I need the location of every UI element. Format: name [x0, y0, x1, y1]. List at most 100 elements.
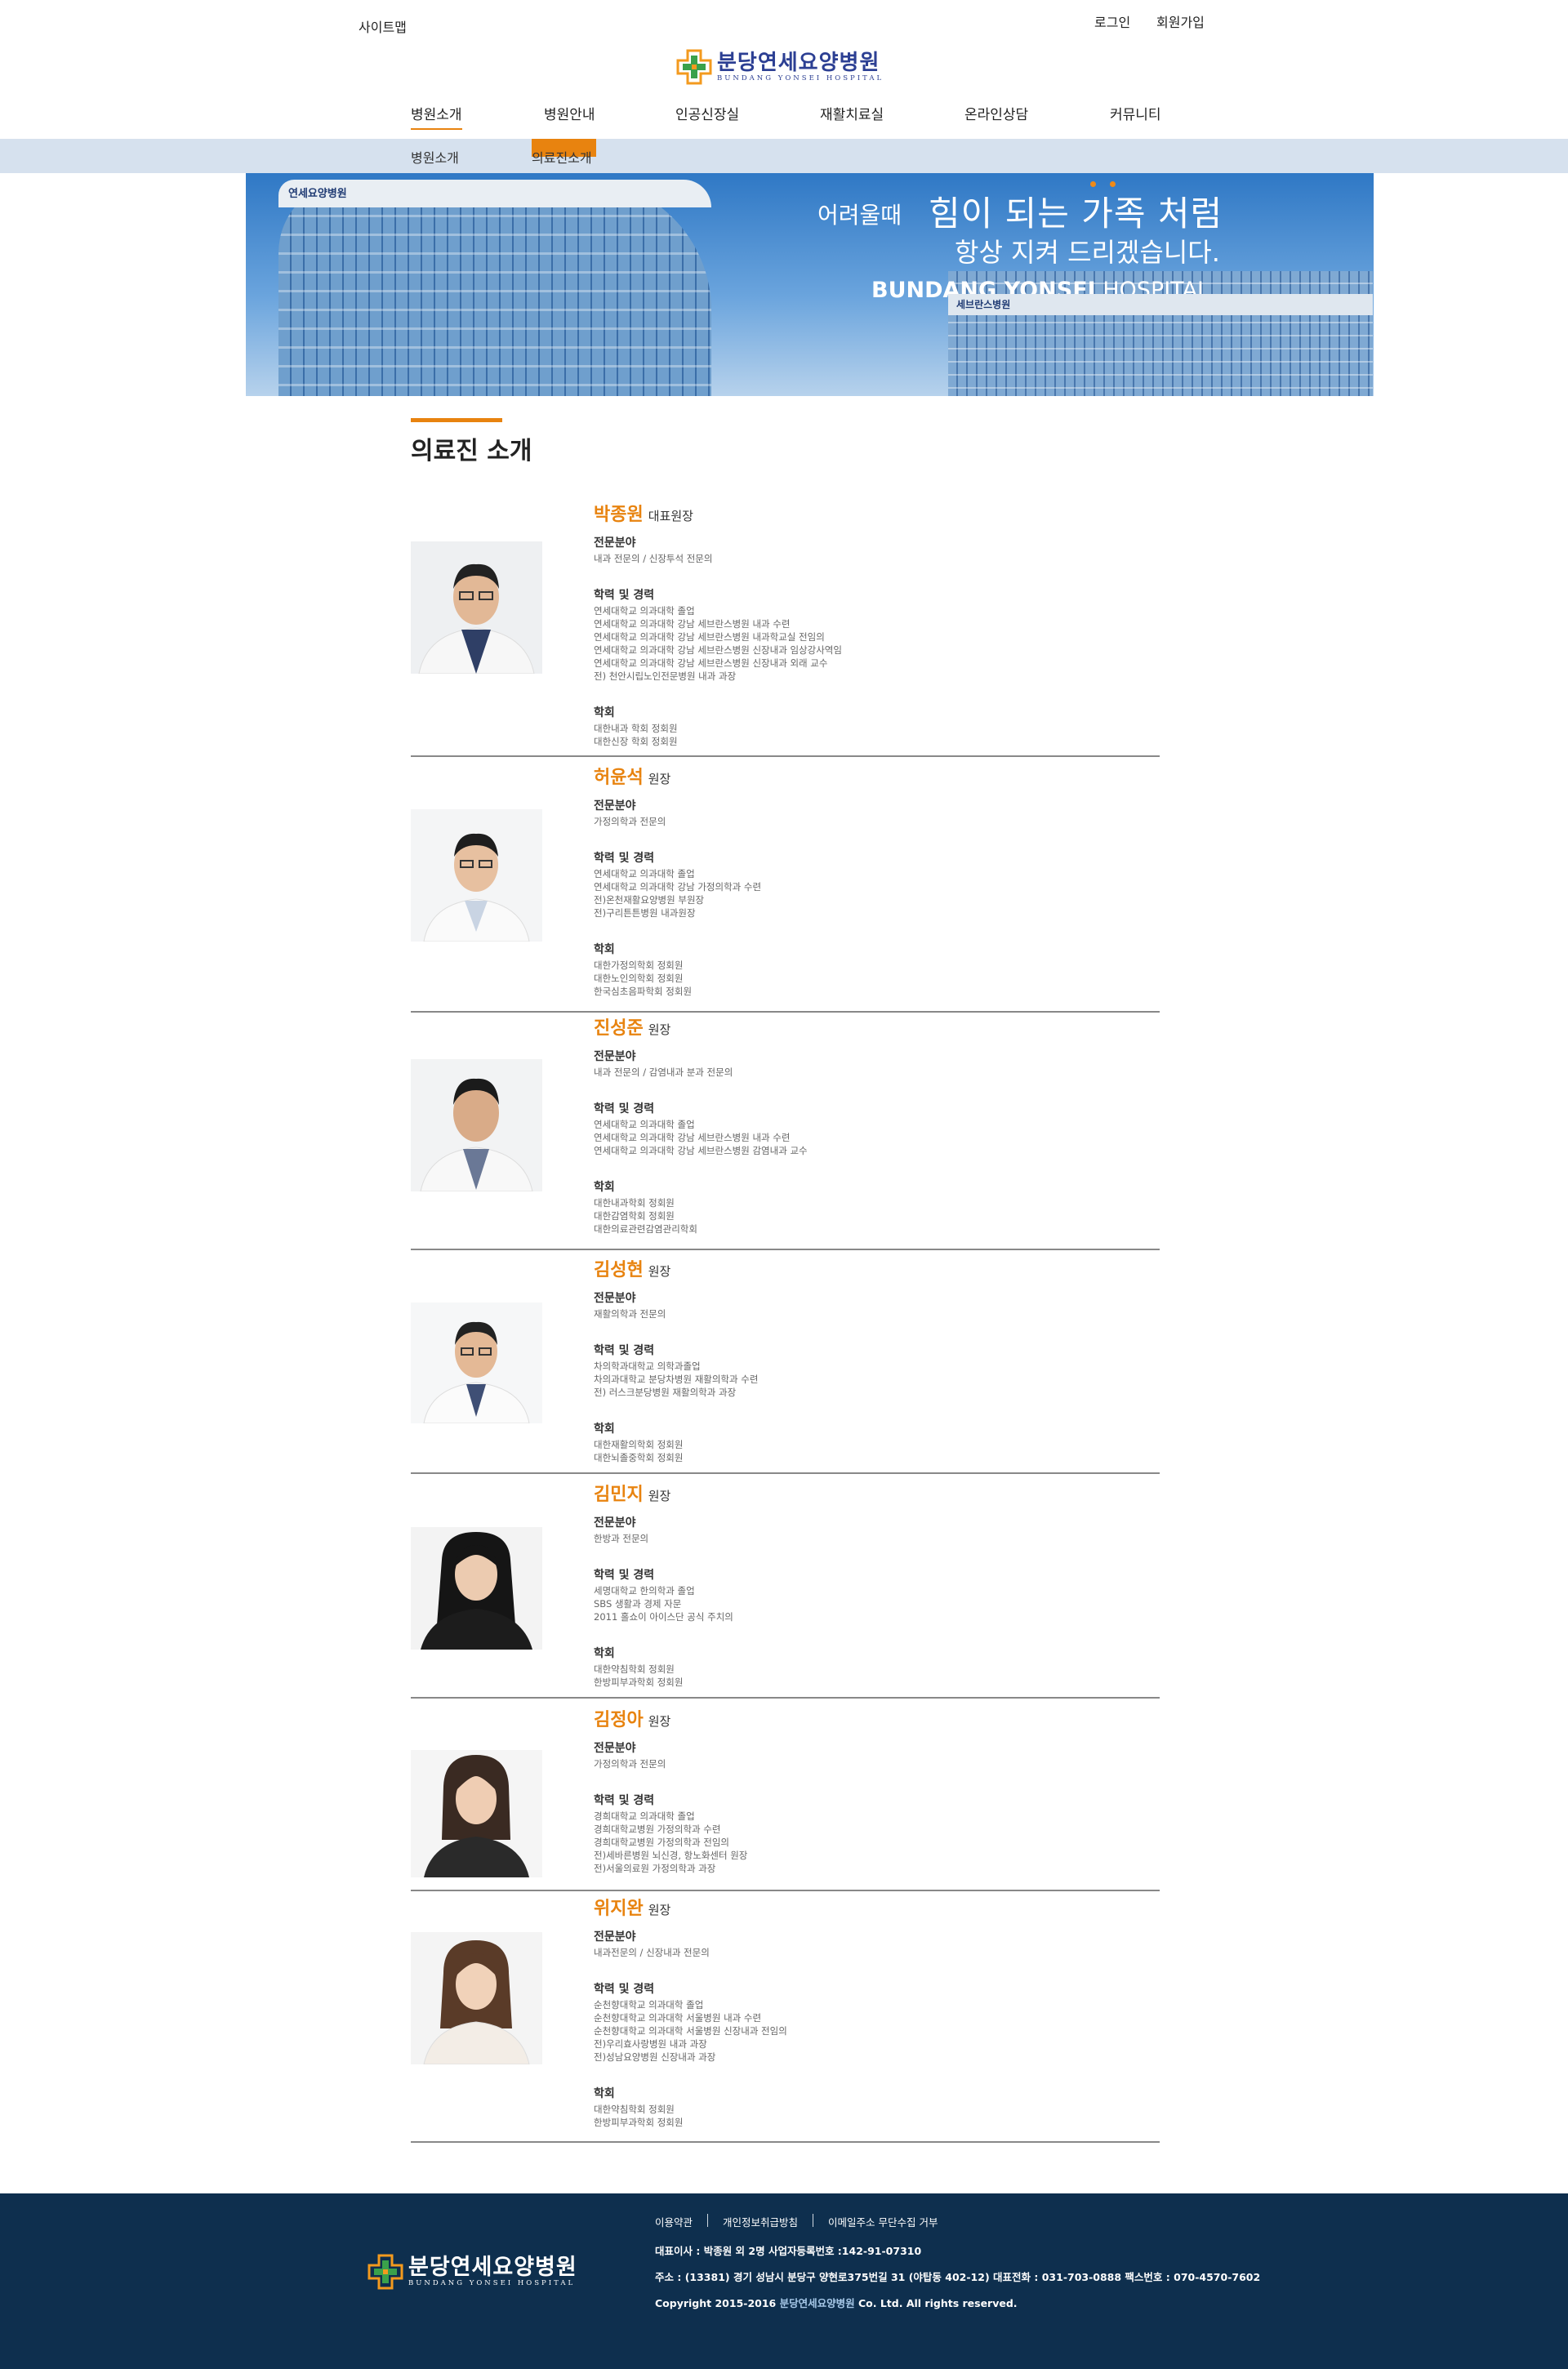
career-item: 연세대학교 의과대학 강남 세브란스병원 내과 수련 — [594, 618, 791, 630]
footer-logo-subtitle: BUNDANG YONSEI HOSPITAL — [408, 2278, 576, 2287]
field-value: 재활의학과 전문의 — [594, 1308, 666, 1320]
doctor-card: 김민지 원장 전문분야 한방과 전문의 학력 및 경력 세명대학교 한의학과 졸업… — [411, 1482, 1160, 1699]
career-label: 학력 및 경력 — [594, 589, 655, 602]
login-link[interactable]: 로그인 — [1094, 11, 1130, 31]
doctor-name: 진성준 — [594, 1018, 644, 1039]
signup-link[interactable]: 회원가입 — [1156, 11, 1205, 31]
society-item: 대한내과 학회 정회원 — [594, 723, 678, 734]
title-accent-bar — [411, 418, 502, 422]
cross-logo-icon — [676, 49, 712, 85]
career-item: 연세대학교 의과대학 강남 세브란스병원 신장내과 외래 교수 — [594, 657, 828, 669]
career-item: 세명대학교 한의학과 졸업 — [594, 1585, 695, 1596]
doctor-card: 박종원 대표원장 전문분야 내과 전문의 / 신장투석 전문의 학력 및 경력 연… — [411, 502, 1160, 757]
society-item: 대한의료관련감염관리학회 — [594, 1223, 697, 1235]
address-contact: 주소 : (13381) 경기 성남시 분당구 양현로375번길 31 (야탑동… — [655, 2271, 1261, 2283]
career-item: 전)우리효사랑병원 내과 과장 — [594, 2038, 707, 2050]
field-value: 내과 전문의 / 감염내과 분과 전문의 — [594, 1066, 733, 1078]
logo-subtitle: BUNDANG YONSEI HOSPITAL — [717, 73, 884, 82]
doctor-photo — [411, 1527, 542, 1650]
doctor-name: 김성현 — [594, 1260, 644, 1280]
society-label: 학회 — [594, 1181, 615, 1194]
accent-dot — [1090, 181, 1096, 187]
career-label: 학력 및 경력 — [594, 1569, 655, 1582]
logo-title: 분당연세요양병원 — [717, 50, 880, 75]
society-item: 한방피부과학회 정회원 — [594, 2117, 684, 2128]
field-value: 가정의학과 전문의 — [594, 816, 666, 827]
gnb-community[interactable]: 커뮤니티 — [1110, 103, 1161, 123]
career-item: 차의과대학교 분당차병원 재활의학과 수련 — [594, 1374, 759, 1385]
doctor-role: 원장 — [648, 1022, 671, 1037]
gnb-hospital-guide[interactable]: 병원안내 — [544, 103, 595, 123]
society-item: 대한재활의학회 정회원 — [594, 1439, 684, 1450]
cross-logo-icon — [368, 2254, 403, 2290]
subnav-hospital-intro[interactable]: 병원소개 — [411, 147, 459, 167]
doctor-card: 김정아 원장 전문분야 가정의학과 전문의 학력 및 경력 경희대학교 의과대학 … — [411, 1708, 1160, 1891]
career-item: 연세대학교 의과대학 강남 세브란스병원 내과 수련 — [594, 1132, 791, 1143]
career-item: 전) 러스크분당병원 재활의학과 과장 — [594, 1387, 737, 1398]
gnb-online-consult[interactable]: 온라인상담 — [964, 103, 1028, 123]
career-item: 순천향대학교 의과대학 서울병원 내과 수련 — [594, 2012, 762, 2024]
subnav-medical-staff[interactable]: 의료진소개 — [532, 147, 592, 167]
career-item: 전)성남요양병원 신장내과 과장 — [594, 2051, 716, 2063]
email-refusal-link[interactable]: 이메일주소 무단수집 거부 — [828, 2214, 938, 2229]
field-label: 전문분야 — [594, 1050, 636, 1063]
doctor-role: 원장 — [648, 1903, 671, 1917]
career-item: 전) 천안시립노인전문병원 내과 과장 — [594, 670, 737, 682]
sitemap-link[interactable]: 사이트맵 — [359, 16, 407, 36]
career-item: 전)서울의료원 가정의학과 과장 — [594, 1863, 716, 1874]
career-item: 연세대학교 의과대학 강남 세브란스병원 내과학교실 전임의 — [594, 631, 825, 643]
hospital-logo[interactable]: 분당연세요양병원 BUNDANG YONSEI HOSPITAL — [676, 47, 895, 87]
field-value: 한방과 전문의 — [594, 1533, 649, 1544]
building-sign-left: 연세요양병원 — [288, 188, 347, 200]
field-label: 전문분야 — [594, 1742, 636, 1755]
main-navigation: 병원소개 병원안내 인공신장실 재활치료실 온라인상담 커뮤니티 — [0, 103, 1568, 137]
doctor-photo — [411, 1932, 542, 2064]
terms-link[interactable]: 이용약관 — [655, 2214, 693, 2229]
footer-logo[interactable]: 분당연세요양병원 BUNDANG YONSEI HOSPITAL — [368, 2254, 577, 2290]
footer: 분당연세요양병원 BUNDANG YONSEI HOSPITAL 이용약관 개인… — [0, 2193, 1568, 2369]
hero-slogan-small: 어려울때 — [817, 202, 902, 229]
gnb-hospital-intro[interactable]: 병원소개 — [411, 103, 462, 130]
field-value: 내과 전문의 / 신장투석 전문의 — [594, 553, 713, 564]
society-item: 한국심초음파학회 정회원 — [594, 986, 693, 997]
society-label: 학회 — [594, 1423, 615, 1436]
career-item: 차의학과대학교 의학과졸업 — [594, 1360, 701, 1372]
footer-links: 이용약관 개인정보취급방침 이메일주소 무단수집 거부 — [655, 2214, 938, 2229]
doctor-name: 허윤석 — [594, 768, 644, 788]
field-label: 전문분야 — [594, 537, 636, 550]
society-label: 학회 — [594, 2087, 615, 2100]
doctor-photo — [411, 1059, 542, 1191]
hero-banner: 연세요양병원 세브란스병원 어려울때 힘이 되는 가족 처럼 항상 지켜 드리겠… — [246, 173, 1374, 396]
hero-slogan-big: 힘이 되는 가족 처럼 — [929, 194, 1223, 234]
hero-slogan-line2: 항상 지켜 드리겠습니다. — [955, 237, 1220, 268]
doctor-role: 원장 — [648, 772, 671, 786]
gnb-dialysis[interactable]: 인공신장실 — [675, 103, 739, 123]
privacy-policy-link[interactable]: 개인정보취급방침 — [723, 2214, 798, 2229]
field-label: 전문분야 — [594, 799, 636, 813]
doctor-name: 위지완 — [594, 1899, 644, 1919]
society-item: 대한내과학회 정회원 — [594, 1197, 675, 1209]
career-label: 학력 및 경력 — [594, 1344, 655, 1357]
society-item: 대한약침학회 정회원 — [594, 2104, 675, 2115]
field-label: 전문분야 — [594, 1292, 636, 1305]
hospital-building-left — [278, 180, 711, 396]
career-item: 연세대학교 의과대학 강남 세브란스병원 감염내과 교수 — [594, 1145, 808, 1156]
doctor-name: 박종원 — [594, 505, 644, 525]
doctor-role: 원장 — [648, 1264, 671, 1279]
field-label: 전문분야 — [594, 1516, 636, 1530]
doctor-name: 김정아 — [594, 1710, 644, 1730]
doctor-card: 위지완 원장 전문분야 내과전문의 / 신장내과 전문의 학력 및 경력 순천향대… — [411, 1896, 1160, 2143]
page-title: 의료진 소개 — [411, 437, 532, 465]
accent-dot — [1110, 181, 1116, 187]
career-item: 연세대학교 의과대학 졸업 — [594, 1119, 695, 1130]
doctor-photo — [411, 1303, 542, 1423]
society-label: 학회 — [594, 1647, 615, 1660]
society-label: 학회 — [594, 943, 615, 956]
career-item: SBS 생활과 경제 자문 — [594, 1598, 682, 1610]
building-sign-right: 세브란스병원 — [956, 299, 1011, 310]
doctor-photo — [411, 541, 542, 674]
society-item: 대한감염학회 정회원 — [594, 1210, 675, 1222]
career-item: 경희대학교 의과대학 졸업 — [594, 1810, 695, 1822]
career-item: 순천향대학교 의과대학 서울병원 신장내과 전임의 — [594, 2025, 787, 2037]
gnb-rehab[interactable]: 재활치료실 — [820, 103, 884, 123]
